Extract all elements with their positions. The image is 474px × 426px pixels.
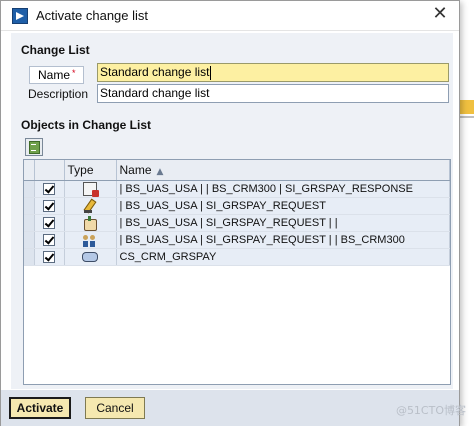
row-checkbox[interactable] bbox=[43, 250, 55, 263]
header-type[interactable]: Type bbox=[64, 160, 117, 181]
row-checkbox-cell bbox=[34, 214, 65, 232]
name-label-box: Name * bbox=[29, 66, 84, 84]
hand-icon bbox=[83, 215, 97, 230]
objects-section-title: Objects in Change List bbox=[21, 118, 152, 132]
capsule-icon bbox=[82, 251, 98, 262]
table-row[interactable]: | BS_UAS_USA | SI_GRSPAY_REQUEST bbox=[24, 197, 450, 215]
row-selector[interactable] bbox=[24, 248, 35, 266]
row-checkbox[interactable] bbox=[43, 216, 55, 229]
sap-app-icon bbox=[12, 8, 28, 24]
row-checkbox-cell bbox=[34, 231, 65, 249]
row-type-cell bbox=[64, 197, 117, 215]
close-icon[interactable]: ✕ bbox=[431, 5, 449, 23]
description-input[interactable]: Standard change list bbox=[97, 84, 449, 103]
row-selector[interactable] bbox=[24, 231, 35, 249]
select-all-button[interactable] bbox=[25, 138, 43, 156]
name-input[interactable]: Standard change list bbox=[97, 63, 449, 82]
row-checkbox-cell bbox=[34, 248, 65, 266]
required-mark: * bbox=[72, 68, 76, 78]
dialog-footer: Activate Cancel bbox=[1, 390, 459, 426]
background-app-fragment bbox=[460, 100, 474, 114]
row-type-cell bbox=[64, 214, 117, 232]
activate-button[interactable]: Activate bbox=[9, 397, 71, 419]
window-title: Activate change list bbox=[36, 8, 149, 23]
header-row-selector[interactable] bbox=[24, 160, 35, 181]
table-row[interactable]: | BS_UAS_USA | | BS_CRM300 | SI_GRSPAY_R… bbox=[24, 180, 450, 198]
background-app-divider bbox=[460, 116, 474, 118]
row-checkbox-cell bbox=[34, 180, 65, 198]
row-checkbox[interactable] bbox=[43, 233, 55, 246]
row-name: | BS_UAS_USA | | BS_CRM300 | SI_GRSPAY_R… bbox=[116, 180, 450, 198]
description-input-value: Standard change list bbox=[100, 86, 210, 100]
name-label: Name bbox=[38, 68, 71, 82]
name-input-value: Standard change list bbox=[100, 65, 210, 79]
table-row[interactable]: | BS_UAS_USA | SI_GRSPAY_REQUEST | | BS_… bbox=[24, 231, 450, 249]
row-name: CS_CRM_GRSPAY bbox=[116, 248, 450, 266]
text-caret bbox=[210, 65, 212, 80]
row-type-cell bbox=[64, 231, 117, 249]
table-header-row: Type Name ▲ bbox=[24, 160, 450, 181]
row-checkbox[interactable] bbox=[43, 199, 55, 212]
objects-table: Type Name ▲ | BS_UAS_USA | | BS_CRM300 | … bbox=[23, 159, 451, 385]
table-row[interactable]: CS_CRM_GRSPAY bbox=[24, 248, 450, 266]
row-type-cell bbox=[64, 248, 117, 266]
header-checkbox-column bbox=[34, 160, 65, 181]
row-name: | BS_UAS_USA | SI_GRSPAY_REQUEST | | BS_… bbox=[116, 231, 450, 249]
header-name[interactable]: Name ▲ bbox=[116, 160, 450, 181]
row-name: | BS_UAS_USA | SI_GRSPAY_REQUEST | | bbox=[116, 214, 450, 232]
table-row[interactable]: | BS_UAS_USA | SI_GRSPAY_REQUEST | | bbox=[24, 214, 450, 232]
clipboard-icon bbox=[83, 181, 99, 196]
cancel-button[interactable]: Cancel bbox=[85, 397, 145, 419]
row-type-cell bbox=[64, 180, 117, 198]
people-icon bbox=[83, 233, 97, 247]
row-selector[interactable] bbox=[24, 214, 35, 232]
watermark-text: @51CTO博客 bbox=[395, 404, 466, 417]
change-list-section-title: Change List bbox=[21, 43, 90, 57]
row-checkbox-cell bbox=[34, 197, 65, 215]
row-selector[interactable] bbox=[24, 197, 35, 215]
dialog-content: Change List Name * Standard change list D… bbox=[11, 33, 453, 389]
row-name: | BS_UAS_USA | SI_GRSPAY_REQUEST bbox=[116, 197, 450, 215]
row-selector[interactable] bbox=[24, 180, 35, 198]
row-checkbox[interactable] bbox=[43, 182, 55, 195]
description-label: Description bbox=[28, 87, 89, 101]
title-bar: Activate change list ✕ bbox=[1, 1, 459, 31]
sort-ascending-icon: ▲ bbox=[156, 166, 164, 177]
pencil-icon bbox=[83, 199, 97, 213]
activate-change-list-dialog: Activate change list ✕ Change List Name *… bbox=[0, 0, 460, 426]
